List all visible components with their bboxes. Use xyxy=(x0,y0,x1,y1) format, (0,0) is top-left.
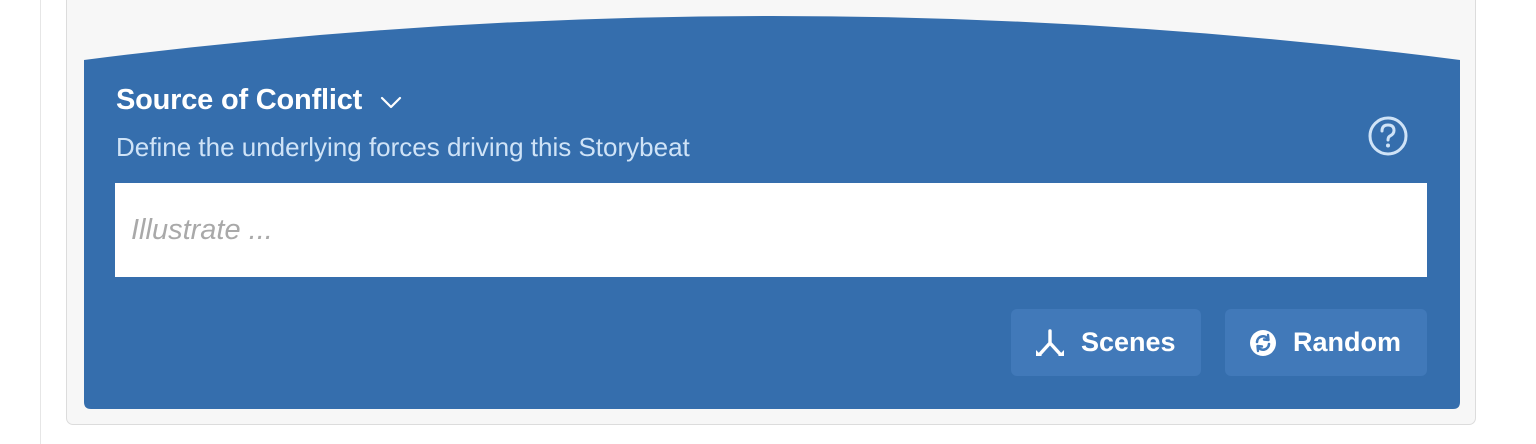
conflict-input[interactable] xyxy=(115,183,1427,277)
chevron-down-icon[interactable] xyxy=(380,96,402,110)
scenes-button[interactable]: Scenes xyxy=(1011,309,1201,376)
section-title: Source of Conflict xyxy=(116,84,363,116)
conflict-panel: Source of Conflict Define the underlying… xyxy=(84,60,1460,408)
random-button-label: Random xyxy=(1293,327,1401,357)
merge-branch-icon xyxy=(1035,328,1065,358)
random-button[interactable]: Random xyxy=(1225,309,1427,376)
section-subtitle: Define the underlying forces driving thi… xyxy=(116,132,690,162)
scenes-button-label: Scenes xyxy=(1081,327,1176,357)
help-icon[interactable] xyxy=(1366,114,1410,163)
page-divider xyxy=(40,0,41,444)
refresh-circle-icon xyxy=(1249,329,1277,357)
section-header: Source of Conflict xyxy=(116,84,402,117)
